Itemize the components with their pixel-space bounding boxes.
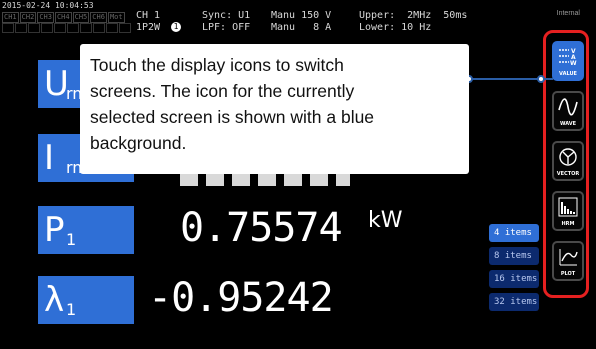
channel-indicator: CH3	[37, 12, 54, 23]
callout-line: selected screen is shown with a blue	[90, 107, 375, 127]
voltage-range: Manu 150 V	[271, 10, 332, 21]
hrm-icon-label: HRM	[561, 221, 575, 227]
obscured-value-fragment	[180, 174, 350, 186]
value-icon-label: VALUE	[559, 71, 577, 77]
measurement-value-lambda: -0.95242	[148, 275, 334, 321]
status-cell	[106, 23, 118, 33]
items-8-button[interactable]: 8 items	[489, 247, 539, 265]
channel-indicators: CH1 CH2 CH3 CH4 CH5 CH6 Mot	[2, 12, 126, 23]
items-32-button[interactable]: 32 items	[489, 293, 539, 311]
items-16-button[interactable]: 16 items	[489, 270, 539, 288]
plot-icon-label: PLOT	[560, 271, 576, 277]
vector-icon-label: VECTOR	[556, 171, 580, 177]
status-cell	[15, 23, 27, 33]
datetime: 2015-02-24 10:04:53	[2, 1, 94, 10]
measurement-symbol: I	[44, 138, 55, 178]
vector-screen-button[interactable]: VECTOR	[552, 141, 584, 181]
lower-limit: Lower: 10 Hz	[359, 22, 432, 33]
measurement-value-p: 0.75574	[180, 205, 343, 251]
value-icon: V A W	[559, 48, 577, 67]
wave-icon	[558, 98, 578, 116]
svg-text:W: W	[570, 60, 577, 67]
status-cell	[67, 23, 79, 33]
status-bar: 2015-02-24 10:04:53 CH1 CH2 CH3 CH4 CH5 …	[0, 0, 596, 34]
wave-icon-label: WAVE	[559, 121, 577, 127]
plot-screen-button[interactable]: PLOT	[552, 241, 584, 281]
wave-screen-button[interactable]: WAVE	[552, 91, 584, 131]
status-cell	[41, 23, 53, 33]
display-icons-highlight: V A W VALUE WAVE VECTOR HRM PLOT	[543, 30, 589, 298]
status-cell	[93, 23, 105, 33]
plot-icon	[559, 249, 578, 266]
measurement-unit-p: kW	[368, 208, 403, 233]
sync-label: Sync: U1	[202, 10, 251, 21]
current-range: Manu 8 A	[271, 22, 332, 33]
wiring-badge: 1	[171, 22, 181, 32]
instruction-callout: Touch the display icons to switch screen…	[80, 44, 469, 174]
measurement-subscript: 1	[66, 230, 77, 249]
channel-indicator: CH1	[2, 12, 19, 23]
channel-status-row	[2, 23, 132, 33]
channel-indicator: Mot	[107, 12, 125, 23]
channel-indicator: CH2	[19, 12, 37, 23]
lpf-label: LPF: OFF	[202, 22, 251, 33]
measurement-symbol: P	[44, 210, 65, 250]
status-cell	[28, 23, 40, 33]
channel-indicator: CH5	[72, 12, 90, 23]
status-cell	[119, 23, 131, 33]
measurement-label-lambda: λ 1	[38, 276, 134, 324]
measurement-subscript: 1	[66, 300, 77, 319]
measurement-symbol: λ	[44, 280, 65, 320]
measurement-label-p: P 1	[38, 206, 134, 254]
upper-limit: Upper: 2MHz 50ms	[359, 10, 468, 21]
internal-label: Internal	[556, 10, 580, 17]
hrm-icon	[558, 197, 578, 217]
value-screen-button[interactable]: V A W VALUE	[552, 41, 584, 81]
vector-icon	[559, 148, 577, 166]
wiring-label: 1P2W	[136, 22, 161, 33]
hrm-screen-button[interactable]: HRM	[552, 191, 584, 231]
callout-dot-end	[537, 75, 545, 83]
callout-line: screens. The icon for the currently	[90, 81, 355, 101]
callout-line: Touch the display icons to switch	[90, 55, 344, 75]
status-cell	[80, 23, 92, 33]
items-4-button[interactable]: 4 items	[489, 224, 539, 242]
status-cell	[54, 23, 66, 33]
status-cell	[2, 23, 14, 33]
instrument-screen: 2015-02-24 10:04:53 CH1 CH2 CH3 CH4 CH5 …	[0, 0, 596, 349]
callout-line: background.	[90, 133, 187, 153]
channel-label: CH 1	[136, 10, 161, 21]
channel-indicator: CH6	[90, 12, 107, 23]
channel-indicator: CH4	[54, 12, 72, 23]
